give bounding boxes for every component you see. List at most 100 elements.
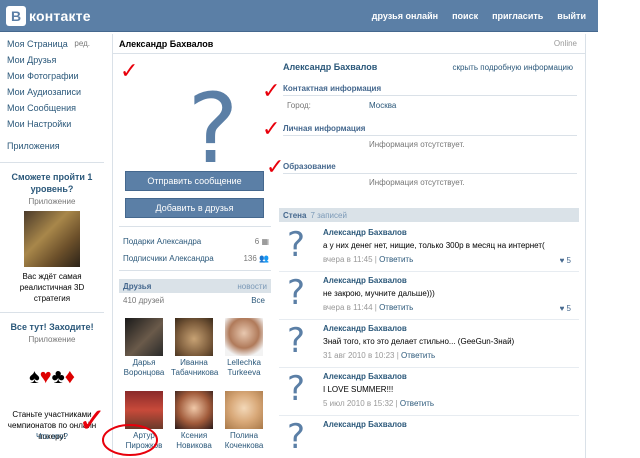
- top-nav: друзья онлайн поиск пригласить выйти: [372, 11, 586, 21]
- annotation-circle: [102, 424, 158, 456]
- friend-card[interactable]: Дарья Воронцова: [121, 318, 167, 378]
- post-author[interactable]: Александр Бахвалов: [323, 228, 407, 237]
- wall-title[interactable]: Стена: [283, 211, 306, 220]
- friend-first-name[interactable]: Полина: [221, 431, 267, 441]
- subscribers-label[interactable]: Подписчики Александра: [123, 254, 214, 263]
- friend-first-name[interactable]: Lellechka: [221, 358, 267, 368]
- post-meta: вчера в 11:44 | Ответить: [323, 303, 414, 312]
- friend-last-name[interactable]: Воронцова: [121, 368, 167, 378]
- nav-logout[interactable]: выйти: [557, 11, 586, 21]
- menu-my-messages[interactable]: Мои Сообщения: [0, 100, 104, 116]
- education-header[interactable]: Образование: [283, 162, 577, 174]
- wall-post: ? Александр Бахвалов: [279, 416, 579, 458]
- question-mark-icon[interactable]: ?: [287, 372, 305, 406]
- education-empty: Информация отсутствует.: [369, 178, 465, 187]
- ad-title[interactable]: Все тут! Заходите!: [0, 321, 104, 333]
- wall-post: ? Александр Бахвалов Знай того, кто это …: [279, 320, 579, 368]
- friend-card[interactable]: Иванна Табачникова: [171, 318, 218, 378]
- ad-title[interactable]: Сможете пройти 1 уровень?: [0, 171, 104, 195]
- menu-my-friends[interactable]: Мои Друзья: [0, 52, 104, 68]
- wall-post: ? Александр Бахвалов а у них денег нет, …: [279, 224, 579, 272]
- gifts-row[interactable]: Подарки Александра 6 ▦: [123, 234, 269, 248]
- friend-photo[interactable]: [225, 391, 263, 429]
- annotation-checkmark: ✓: [262, 116, 281, 141]
- hide-info-link[interactable]: скрыть подробную информацию: [452, 63, 573, 72]
- spade-icon: ♠: [29, 366, 40, 388]
- friends-all-link[interactable]: Все: [251, 296, 265, 305]
- reply-link[interactable]: Ответить: [400, 399, 434, 408]
- avatar[interactable]: ?: [153, 74, 273, 184]
- friend-first-name[interactable]: Иванна: [171, 358, 217, 368]
- like-button[interactable]: ♥ 5: [560, 304, 571, 313]
- users-icon: 👥: [259, 253, 269, 263]
- online-status: Online: [553, 39, 577, 48]
- reply-link[interactable]: Ответить: [401, 351, 435, 360]
- ad-image-game[interactable]: [24, 211, 80, 267]
- post-date: вчера в 11:44: [323, 303, 373, 312]
- post-author[interactable]: Александр Бахвалов: [323, 324, 407, 333]
- top-header: В контакте друзья онлайн поиск пригласит…: [0, 0, 598, 32]
- like-button[interactable]: ♥ 5: [560, 256, 571, 265]
- friend-first-name[interactable]: Ксения: [171, 431, 217, 441]
- post-text: I LOVE SUMMER!!!: [323, 385, 394, 394]
- post-date: 31 авг 2010 в 10:23: [323, 351, 395, 360]
- city-value[interactable]: Москва: [369, 101, 396, 110]
- friend-photo[interactable]: [125, 318, 163, 356]
- menu-my-settings[interactable]: Мои Настройки: [0, 116, 104, 132]
- nav-friends-online[interactable]: друзья онлайн: [372, 11, 438, 21]
- menu-apps[interactable]: Приложения: [0, 138, 104, 154]
- page-title: Александр Бахвалов: [119, 39, 214, 49]
- post-text: Знай того, кто это делает стильно... (Ge…: [323, 337, 515, 346]
- contact-info-header[interactable]: Контактная информация: [283, 84, 577, 96]
- friends-title[interactable]: Друзья: [123, 282, 151, 291]
- friend-first-name[interactable]: Дарья: [121, 358, 167, 368]
- nav-invite[interactable]: пригласить: [492, 11, 543, 21]
- personal-info-header[interactable]: Личная информация: [283, 124, 577, 136]
- wall-header[interactable]: Стена 7 записей: [279, 208, 579, 222]
- edit-link[interactable]: ред.: [74, 36, 90, 52]
- ad-subtitle: Приложение: [28, 197, 76, 206]
- profile-title-bar: Александр Бахвалов Online: [113, 34, 585, 54]
- ad-block-1[interactable]: Сможете пройти 1 уровень? Приложение Вас…: [0, 162, 104, 304]
- personal-info-empty: Информация отсутствует.: [369, 140, 465, 149]
- friends-count: 410 друзей: [123, 296, 165, 305]
- add-friend-button[interactable]: Добавить в друзья: [125, 198, 264, 218]
- question-mark-icon[interactable]: ?: [287, 276, 305, 310]
- post-author[interactable]: Александр Бахвалов: [323, 420, 407, 429]
- subscribers-row[interactable]: Подписчики Александра 136 👥: [123, 251, 269, 265]
- question-mark-icon: ?: [187, 73, 239, 185]
- info-name: Александр Бахвалов: [283, 62, 378, 72]
- vk-logo[interactable]: В контакте: [6, 6, 91, 26]
- menu-my-photos[interactable]: Мои Фотографии: [0, 68, 104, 84]
- gifts-label[interactable]: Подарки Александра: [123, 237, 201, 246]
- post-text: а у них денег нет, нищие, только 300р в …: [323, 241, 545, 250]
- post-meta: 31 авг 2010 в 10:23 | Ответить: [323, 351, 436, 360]
- menu-my-page[interactable]: Моя Страница ред.: [0, 36, 104, 52]
- friend-card[interactable]: Lellechka Turkeeva: [221, 318, 267, 378]
- menu-my-audio[interactable]: Мои Аудиозаписи: [0, 84, 104, 100]
- gifts-count: 6 ▦: [254, 236, 269, 246]
- post-date: вчера в 11:45: [323, 255, 373, 264]
- post-author[interactable]: Александр Бахвалов: [323, 372, 407, 381]
- friend-card[interactable]: Ксения Новикова: [171, 391, 217, 451]
- reply-link[interactable]: Ответить: [379, 303, 413, 312]
- question-mark-icon[interactable]: ?: [287, 324, 305, 358]
- friends-subheader: 410 друзей Все: [123, 296, 265, 305]
- friend-card[interactable]: Полина Коченкова: [221, 391, 267, 451]
- send-message-button[interactable]: Отправить сообщение: [125, 171, 264, 191]
- friend-last-name[interactable]: Turkeeva: [221, 368, 267, 378]
- nav-search[interactable]: поиск: [452, 11, 478, 21]
- friends-header[interactable]: Друзья новости: [119, 279, 271, 293]
- ad-image-poker[interactable]: ♠ ♥ ♣ ♦: [24, 349, 80, 405]
- reply-link[interactable]: Ответить: [379, 255, 413, 264]
- post-author[interactable]: Александр Бахвалов: [323, 276, 407, 285]
- friend-photo[interactable]: [175, 391, 213, 429]
- friend-last-name[interactable]: Табачникова: [171, 368, 218, 378]
- friends-news-link[interactable]: новости: [237, 282, 267, 291]
- question-mark-icon[interactable]: ?: [287, 228, 305, 262]
- friend-last-name[interactable]: Новикова: [171, 441, 217, 451]
- friend-last-name[interactable]: Коченкова: [221, 441, 267, 451]
- friend-photo[interactable]: [175, 318, 213, 356]
- question-mark-icon[interactable]: ?: [287, 420, 305, 454]
- friend-photo[interactable]: [225, 318, 263, 356]
